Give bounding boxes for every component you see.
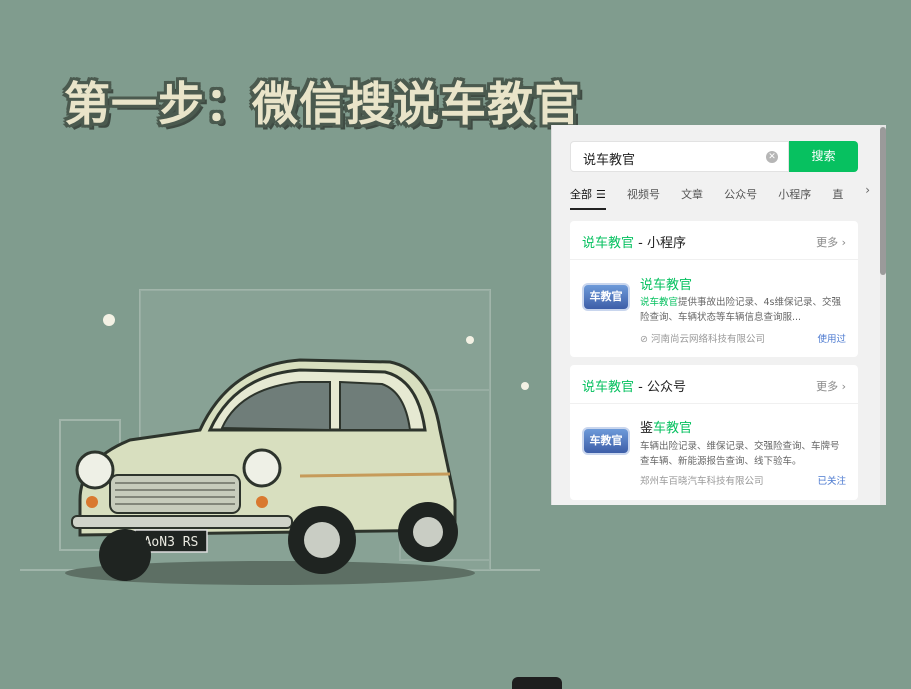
wechat-search-panel: 说车教官 ✕ 搜索 全部 ☰ 视频号 文章 公众号 小程序 直 › 说车教官 - … [551, 125, 886, 505]
mini-program-card: 说车教官 - 小程序 更多 › 车教官 说车教官 说车教官提供事故出险记录、4s… [570, 221, 858, 357]
tab-channels[interactable]: 视频号 [627, 186, 660, 208]
card-title: 说车教官 - 公众号 [582, 380, 686, 395]
car-illustration: AoN3 RS [20, 289, 540, 585]
card-header: 说车教官 - 公众号 更多 › [570, 365, 858, 404]
followed-badge: 已关注 [817, 476, 846, 487]
filter-icon[interactable]: ☰ [596, 188, 606, 201]
card-header: 说车教官 - 小程序 更多 › [570, 221, 858, 260]
used-badge: 使用过 [817, 334, 846, 345]
more-link[interactable]: 更多 › [816, 234, 846, 250]
search-query-text: 说车教官 [583, 153, 636, 168]
search-button[interactable]: 搜索 [789, 141, 858, 172]
search-tabs: 全部 ☰ 视频号 文章 公众号 小程序 直 › [570, 183, 870, 210]
more-link[interactable]: 更多 › [816, 378, 846, 394]
tab-official-accounts[interactable]: 公众号 [724, 186, 757, 208]
official-account-logo: 车教官 [582, 427, 630, 455]
clear-icon[interactable]: ✕ [766, 151, 778, 163]
chevron-right-icon[interactable]: › [865, 183, 870, 197]
mini-program-logo: 车教官 [582, 283, 630, 311]
official-account-card: 说车教官 - 公众号 更多 › 车教官 鉴车教官 车辆出险记录、维保记录、交强险… [570, 365, 858, 500]
license-plate: AoN3 RS [144, 535, 199, 550]
mini-program-name[interactable]: 说车教官 [640, 274, 692, 293]
card-title: 说车教官 - 小程序 [582, 236, 686, 251]
official-account-name[interactable]: 鉴车教官 [640, 417, 692, 436]
official-account-description: 车辆出险记录、维保记录、交强险查询、车牌号查车辆、新能源报告查询、线下验车。 [640, 441, 840, 467]
mini-program-description: 说车教官提供事故出险记录、4s维保记录、交强险查询、车辆状态等车辆信息查询服..… [640, 297, 842, 323]
search-bar: 说车教官 ✕ 搜索 [570, 141, 858, 172]
tab-articles[interactable]: 文章 [681, 186, 703, 208]
tab-more[interactable]: 直 [832, 186, 843, 208]
bottom-tab-handle [512, 677, 562, 689]
search-input[interactable]: 说车教官 ✕ [570, 141, 789, 172]
tab-all[interactable]: 全部 ☰ [570, 186, 606, 210]
official-account-company: 郑州车百晓汽车科技有限公司 [640, 476, 764, 487]
scroll-thumb[interactable] [880, 127, 886, 275]
tab-mini-programs[interactable]: 小程序 [778, 186, 811, 208]
page-headline: 第一步：微信搜说车教官 [64, 77, 581, 131]
scrollbar[interactable] [880, 125, 886, 505]
mini-program-company: ⊘ 河南尚云网络科技有限公司 [640, 334, 765, 345]
